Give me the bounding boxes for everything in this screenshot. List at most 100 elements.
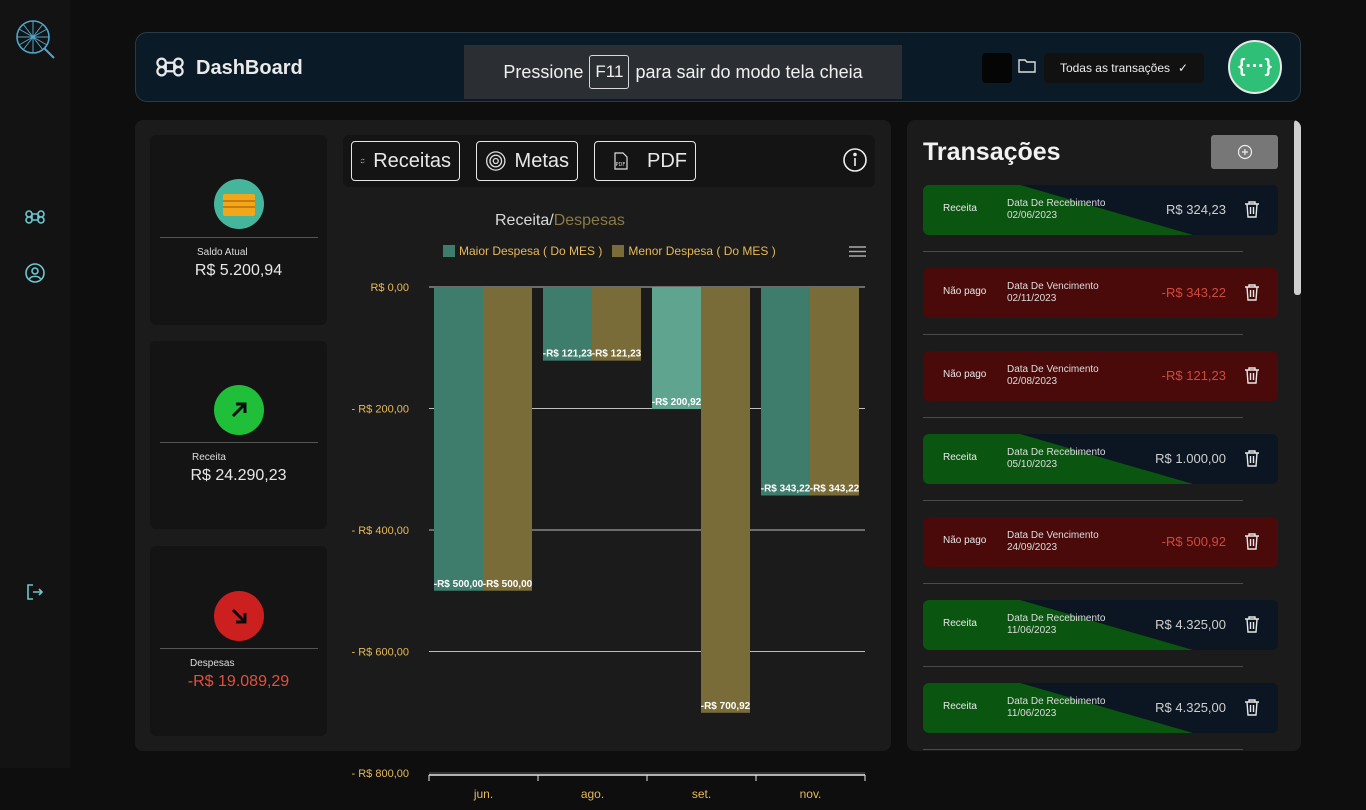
transaction-row[interactable]: Não pago Data De Vencimento 24/09/2023 -R$ … <box>923 517 1278 567</box>
left-rail <box>0 0 70 768</box>
dashboard-main-panel: Saldo Atual R$ 5.200,94 Receita R$ 24.29… <box>135 120 891 801</box>
bar-2[interactable] <box>810 287 859 496</box>
data-label: -R$ 200,92 <box>652 397 702 408</box>
bar-chart: R$ 0,00 - R$ 200,00 - R$ 400,00 - R$ 600,00… <box>352 282 866 801</box>
fullscreen-prefix: Pressione <box>503 61 584 82</box>
date-value: 11/06/2023 <box>1007 708 1057 719</box>
date-value: 24/09/2023 <box>1007 542 1058 553</box>
transaction-date: Data De Vencimento 02/11/2023 <box>1007 281 1099 305</box>
chart-legend: Maior Despesa ( Do MES ) Menor Despesa (… <box>443 244 776 258</box>
data-label: -R$ 500,00 <box>483 579 533 590</box>
receitas-button[interactable]: Receitas <box>351 141 460 181</box>
trash-icon[interactable] <box>1244 615 1260 633</box>
expenses-label: Despesas <box>190 658 235 669</box>
data-label: -R$ 121,23 <box>592 349 642 360</box>
transaction-date: Data De Recebimento 11/06/2023 <box>1007 613 1105 637</box>
top-header: DashBoard Pressione F11 para sair do mod… <box>135 32 1301 102</box>
chart-title-expenses: Despesas <box>553 212 625 229</box>
transaction-date: Data De Vencimento 24/09/2023 <box>1007 530 1099 554</box>
command-nav-icon[interactable] <box>22 204 48 230</box>
refresh-icon <box>360 158 365 164</box>
wallet-icon <box>214 179 264 229</box>
row-separator <box>923 749 1243 750</box>
metas-button[interactable]: Metas <box>476 141 578 181</box>
folder-icon[interactable] <box>1018 58 1038 76</box>
transaction-date: Data De Vencimento 02/08/2023 <box>1007 364 1099 388</box>
date-value: 02/06/2023 <box>1007 210 1058 221</box>
balance-value: R$ 5.200,94 <box>194 262 283 279</box>
y-tick-label: R$ 0,00 <box>370 282 409 294</box>
transaction-amount: R$ 324,23 <box>1166 202 1226 217</box>
transaction-row[interactable]: Receita Data De Recebimento 11/06/2023 R$ 4… <box>923 600 1278 650</box>
transaction-status: Não pago <box>943 286 987 297</box>
transaction-row[interactable]: Não pago Data De Vencimento 02/08/2023 -R$ … <box>923 351 1278 401</box>
info-icon[interactable] <box>842 147 868 173</box>
transaction-row[interactable]: Não pago Data De Vencimento 02/11/2023 -R$ … <box>923 268 1278 318</box>
pdf-button[interactable]: PDF PDF <box>594 141 696 181</box>
trash-icon[interactable] <box>1244 366 1260 384</box>
logout-icon[interactable] <box>22 579 48 605</box>
trash-icon[interactable] <box>1244 283 1260 301</box>
expenses-card: Despesas -R$ 19.089,29 <box>150 546 327 736</box>
legend-item-series-2[interactable]: Menor Despesa ( Do MES ) <box>612 244 776 258</box>
transaction-amount: -R$ 121,23 <box>1161 368 1226 383</box>
data-label: -R$ 700,92 <box>701 701 751 712</box>
transaction-row[interactable]: Receita Data De Recebimento 11/06/2023 R$ 4… <box>923 683 1278 733</box>
transaction-amount: R$ 4.325,00 <box>1155 617 1226 632</box>
check-icon: ✓ <box>1178 61 1189 75</box>
fullscreen-key: F11 <box>589 55 630 89</box>
date-value: 02/08/2023 <box>1007 376 1058 387</box>
user-profile-nav-icon[interactable] <box>22 260 48 286</box>
app-logo-icon[interactable] <box>14 18 56 60</box>
x-tick-label: ago. <box>581 787 604 801</box>
transaction-date: Data De Recebimento 05/10/2023 <box>1007 447 1105 471</box>
date-label: Data De Recebimento <box>1007 696 1106 707</box>
receitas-label: Receitas <box>373 149 451 172</box>
transactions-title: Transações <box>923 138 1061 166</box>
theme-toggle-button[interactable] <box>982 53 1012 83</box>
card-divider <box>160 237 318 238</box>
bar-2[interactable] <box>483 287 532 591</box>
avatar[interactable]: {···} <box>1228 40 1282 94</box>
row-separator <box>923 666 1243 667</box>
date-label: Data De Recebimento <box>1007 613 1106 624</box>
date-label: Data De Recebimento <box>1007 198 1106 209</box>
bar-2[interactable] <box>701 287 750 713</box>
scrollbar[interactable] <box>1294 120 1301 295</box>
chart-title-income: Receita/ <box>495 212 554 229</box>
chart-menu-icon[interactable] <box>849 245 866 258</box>
date-label: Data De Recebimento <box>1007 447 1106 458</box>
trash-icon[interactable] <box>1244 449 1260 467</box>
income-card: Receita R$ 24.290,23 <box>150 341 327 529</box>
page-title: DashBoard <box>196 57 303 79</box>
add-transaction-button[interactable] <box>1211 135 1278 169</box>
income-label: Receita <box>192 452 226 463</box>
transaction-row[interactable]: Receita Data De Recebimento 02/06/2023 R$ 3… <box>923 185 1278 235</box>
bar-1[interactable] <box>434 287 483 591</box>
date-value: 05/10/2023 <box>1007 459 1058 470</box>
legend-item-series-1[interactable]: Maior Despesa ( Do MES ) <box>443 244 602 258</box>
chart-title: Receita/Despesas <box>495 212 625 230</box>
expenses-value: -R$ 19.089,29 <box>187 673 290 690</box>
y-tick-label: - R$ 600,00 <box>352 647 409 659</box>
transaction-status: Receita <box>943 452 977 463</box>
transactions-filter-select[interactable]: Todas as transações ✓ <box>1044 53 1204 83</box>
row-separator <box>923 500 1243 501</box>
arrow-up-right-icon <box>214 385 264 435</box>
y-tick-label: - R$ 200,00 <box>352 404 409 416</box>
transaction-status: Receita <box>943 203 977 214</box>
row-separator <box>923 251 1243 252</box>
bar-1[interactable] <box>652 287 701 410</box>
filter-label: Todas as transações <box>1059 61 1170 75</box>
bar-1[interactable] <box>761 287 810 496</box>
transaction-amount: R$ 4.325,00 <box>1155 700 1226 715</box>
trash-icon[interactable] <box>1244 532 1260 550</box>
trash-icon[interactable] <box>1244 200 1260 218</box>
trash-icon[interactable] <box>1244 698 1260 716</box>
date-label: Data De Vencimento <box>1007 364 1099 375</box>
transaction-amount: -R$ 500,92 <box>1161 534 1226 549</box>
legend-label-1: Maior Despesa ( Do MES ) <box>459 244 603 258</box>
transaction-row[interactable]: Receita Data De Recebimento 05/10/2023 R$ 1… <box>923 434 1278 484</box>
transaction-status: Receita <box>943 701 977 712</box>
card-divider <box>160 442 318 443</box>
